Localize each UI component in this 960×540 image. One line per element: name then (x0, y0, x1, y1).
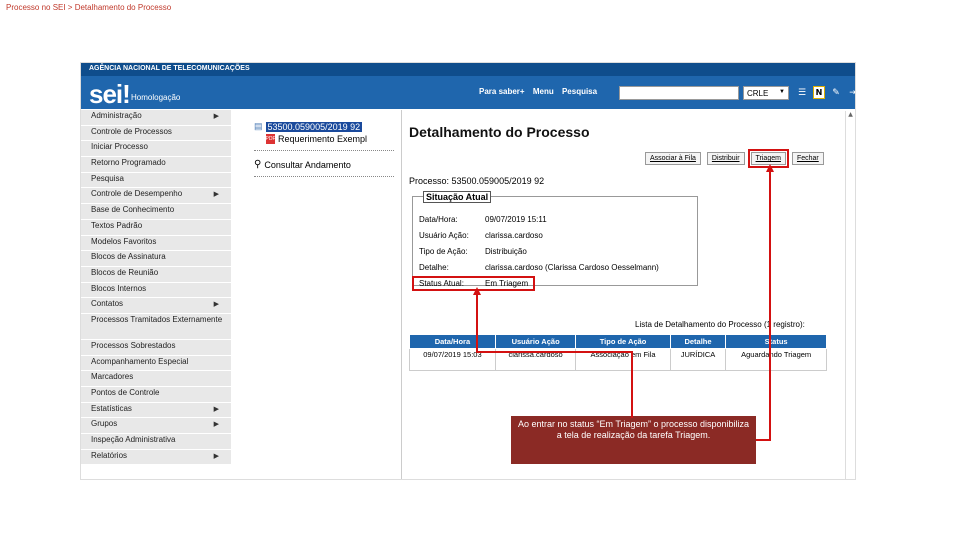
process-tree: ▤ 53500.059005/2019 92 PDF Requerimento … (254, 121, 394, 177)
frame-divider[interactable] (401, 110, 402, 479)
situation-row: Data/Hora: 09/07/2019 15:11 (419, 215, 547, 224)
situation-row: Tipo de Ação: Distribuição (419, 247, 527, 256)
link-para-saber[interactable]: Para saber+ (479, 87, 525, 96)
agency-bar: AGÊNCIA NACIONAL DE TELECOMUNICAÇÕES (81, 63, 855, 76)
chevron-down-icon: ▼ (779, 89, 785, 95)
process-label: Processo: 53500.059005/2019 92 (409, 176, 545, 186)
table-caption: Lista de Detalhamento do Processo (1 reg… (635, 320, 805, 329)
close-button[interactable]: Fechar (791, 152, 824, 165)
consult-history-link[interactable]: ⚲ Consultar Andamento (254, 159, 394, 170)
list-icon[interactable]: ☰ (796, 86, 808, 99)
search-input[interactable] (619, 86, 739, 100)
menu-item[interactable]: Pesquisa (81, 172, 231, 189)
status-highlight (412, 276, 535, 291)
column-header: Usuário Ação (494, 334, 577, 349)
slide-title: Processo no SEI > Detalhamento do Proces… (6, 3, 172, 12)
tree-document[interactable]: PDF Requerimento Exempl (266, 134, 394, 144)
process-number-link[interactable]: 53500.059005/2019 92 (265, 121, 363, 132)
column-header: Data/Hora (409, 334, 496, 349)
table-cell: JURÍDICA (669, 348, 727, 371)
link-menu[interactable]: Menu (533, 87, 554, 96)
chevron-right-icon: ▶ (213, 452, 219, 460)
menu-item[interactable]: Contatos ▶ (81, 298, 231, 314)
top-links: Para saber+ Menu Pesquisa (479, 87, 603, 96)
menu-item[interactable]: Acompanhamento Especial (81, 355, 231, 372)
scroll-up-icon[interactable]: ▲ (846, 111, 855, 118)
menu-item[interactable]: Processos Tramitados Externamente (81, 313, 231, 340)
menu-item[interactable]: Blocos de Reunião (81, 266, 231, 283)
chevron-right-icon: ▶ (213, 421, 219, 429)
menu-item[interactable]: Blocos Internos (81, 282, 231, 299)
detail-panel: Detalhamento do Processo Associar à Fila… (409, 124, 839, 371)
menu-item[interactable]: Textos Padrão (81, 219, 231, 236)
menu-item[interactable]: Grupos ▶ (81, 418, 231, 435)
menu-item[interactable]: Marcadores (81, 371, 231, 387)
history-table: Data/Hora Usuário Ação Tipo de Ação Deta… (409, 334, 827, 371)
menu-item[interactable]: Controle de Desempenho ▶ (81, 188, 231, 205)
menu-item[interactable]: Pontos de Controle (81, 387, 231, 403)
tools-icon[interactable]: ✎ (830, 86, 842, 99)
menu-item[interactable]: Blocos de Assinatura (81, 251, 231, 267)
table-cell: clarissa.cardoso (494, 348, 577, 371)
menu-item[interactable]: Controle de Processos (81, 125, 231, 142)
associate-queue-button[interactable]: Associar à Fila (645, 152, 701, 165)
menu-item[interactable]: Processos Sobrestados (81, 339, 231, 356)
menu-item[interactable]: Iniciar Processo (81, 141, 231, 158)
menu-item[interactable]: Base de Conhecimento (81, 204, 231, 220)
scrollbar[interactable]: ▲ (845, 111, 855, 479)
tree-process[interactable]: ▤ 53500.059005/2019 92 (254, 121, 394, 132)
table-cell: Aguardando Triagem (725, 348, 827, 371)
chevron-right-icon: ▶ (213, 301, 219, 309)
unit-select-value: CRLE (747, 89, 769, 98)
menu-item[interactable]: Relatórios ▶ (81, 449, 231, 466)
situation-legend: Situação Atual (423, 191, 492, 203)
pdf-icon: PDF (265, 134, 276, 144)
link-pesquisa[interactable]: Pesquisa (562, 87, 597, 96)
sei-logo[interactable]: sei! (89, 79, 131, 110)
column-header: Status (725, 334, 827, 349)
table-cell: Associação em Fila (575, 348, 671, 371)
menu-item[interactable]: Modelos Favoritos (81, 235, 231, 252)
situation-row: Detalhe: clarissa.cardoso (Clarissa Cardo… (419, 263, 659, 272)
table-cell: 09/07/2019 15:03 (409, 348, 496, 371)
menu-item[interactable]: Administração ▶ (81, 110, 231, 126)
chevron-right-icon: ▶ (213, 113, 219, 120)
notification-icon[interactable]: N (813, 86, 825, 99)
table-row: 09/07/2019 15:03 clarissa.cardoso Associ… (409, 348, 827, 371)
menu-item[interactable]: Inspeção Administrativa (81, 434, 231, 450)
search-icon: ⚲ (254, 159, 262, 170)
page-title: Detalhamento do Processo (409, 124, 590, 140)
chevron-right-icon: ▶ (213, 191, 219, 199)
column-header: Detalhe (669, 334, 727, 349)
document-link[interactable]: Requerimento Exempl (278, 134, 367, 144)
menu-item[interactable]: Retorno Programado (81, 157, 231, 173)
distribute-button[interactable]: Distribuir (706, 152, 745, 165)
header-icons: ☰ N ✎ ⇥ (796, 86, 855, 99)
environment-label: Homologação (131, 93, 181, 102)
triage-button[interactable]: Triagem (747, 149, 789, 168)
action-buttons: Associar à Fila Distribuir Triagem Fecha… (645, 149, 824, 168)
menu-item[interactable]: Estatísticas ▶ (81, 402, 231, 419)
divider (254, 176, 394, 177)
app-header: sei! Homologação Para saber+ Menu Pesqui… (81, 76, 855, 109)
unit-select[interactable]: CRLE ▼ (743, 86, 789, 100)
column-header: Tipo de Ação (575, 334, 671, 349)
folder-icon: ▤ (254, 121, 263, 131)
chevron-right-icon: ▶ (213, 405, 219, 413)
situation-row: Usuário Ação: clarissa.cardoso (419, 231, 543, 240)
divider (254, 150, 394, 151)
callout-box: Ao entrar no status “Em Triagem” o proce… (511, 416, 756, 464)
situation-box: Situação Atual Data/Hora: 09/07/2019 15:1… (412, 191, 698, 288)
main-menu: Administração ▶ Controle de Processos Ini… (81, 110, 231, 466)
exit-icon[interactable]: ⇥ (847, 86, 855, 99)
